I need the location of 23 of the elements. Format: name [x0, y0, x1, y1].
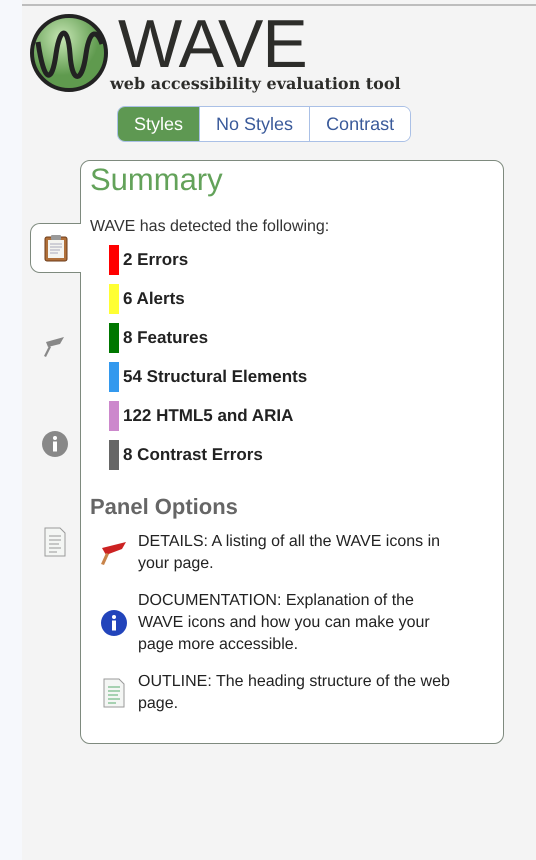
summary-intro: WAVE has detected the following: [90, 217, 330, 237]
category-count: 2 Errors [123, 249, 188, 272]
document-icon [102, 678, 126, 708]
logo-title: WAVE [118, 14, 307, 74]
option-description: DETAILS: A listing of all the WAVE icons in your page. [138, 532, 442, 574]
clipboard-icon [43, 234, 69, 262]
category-count: 8 Features [123, 327, 208, 350]
category-count: 122 HTML5 and ARIA [123, 405, 294, 428]
document-icon [43, 527, 67, 557]
option-description: DOCUMENTATION: Explanation of the WAVE icons and how you can make your page more accessible. [138, 591, 431, 655]
category-count: 6 Alerts [123, 288, 185, 310]
category-count: 54 Structural Elements [123, 366, 308, 388]
info-icon [41, 430, 69, 458]
view-mode-tab[interactable]: Contrast [309, 107, 410, 141]
info-icon [100, 609, 128, 637]
logo-tagline: web accessibility evaluation tool [110, 74, 401, 94]
side-tab[interactable] [30, 223, 81, 273]
option-description: OUTLINE: The heading structure of the web page. [138, 672, 451, 714]
logo-icon [28, 14, 110, 92]
view-mode-tab[interactable]: Styles [118, 107, 200, 141]
category-count: 8 Contrast Errors [123, 444, 263, 466]
section-heading: Panel Options [90, 493, 239, 521]
panel-heading: Summary [90, 161, 224, 199]
